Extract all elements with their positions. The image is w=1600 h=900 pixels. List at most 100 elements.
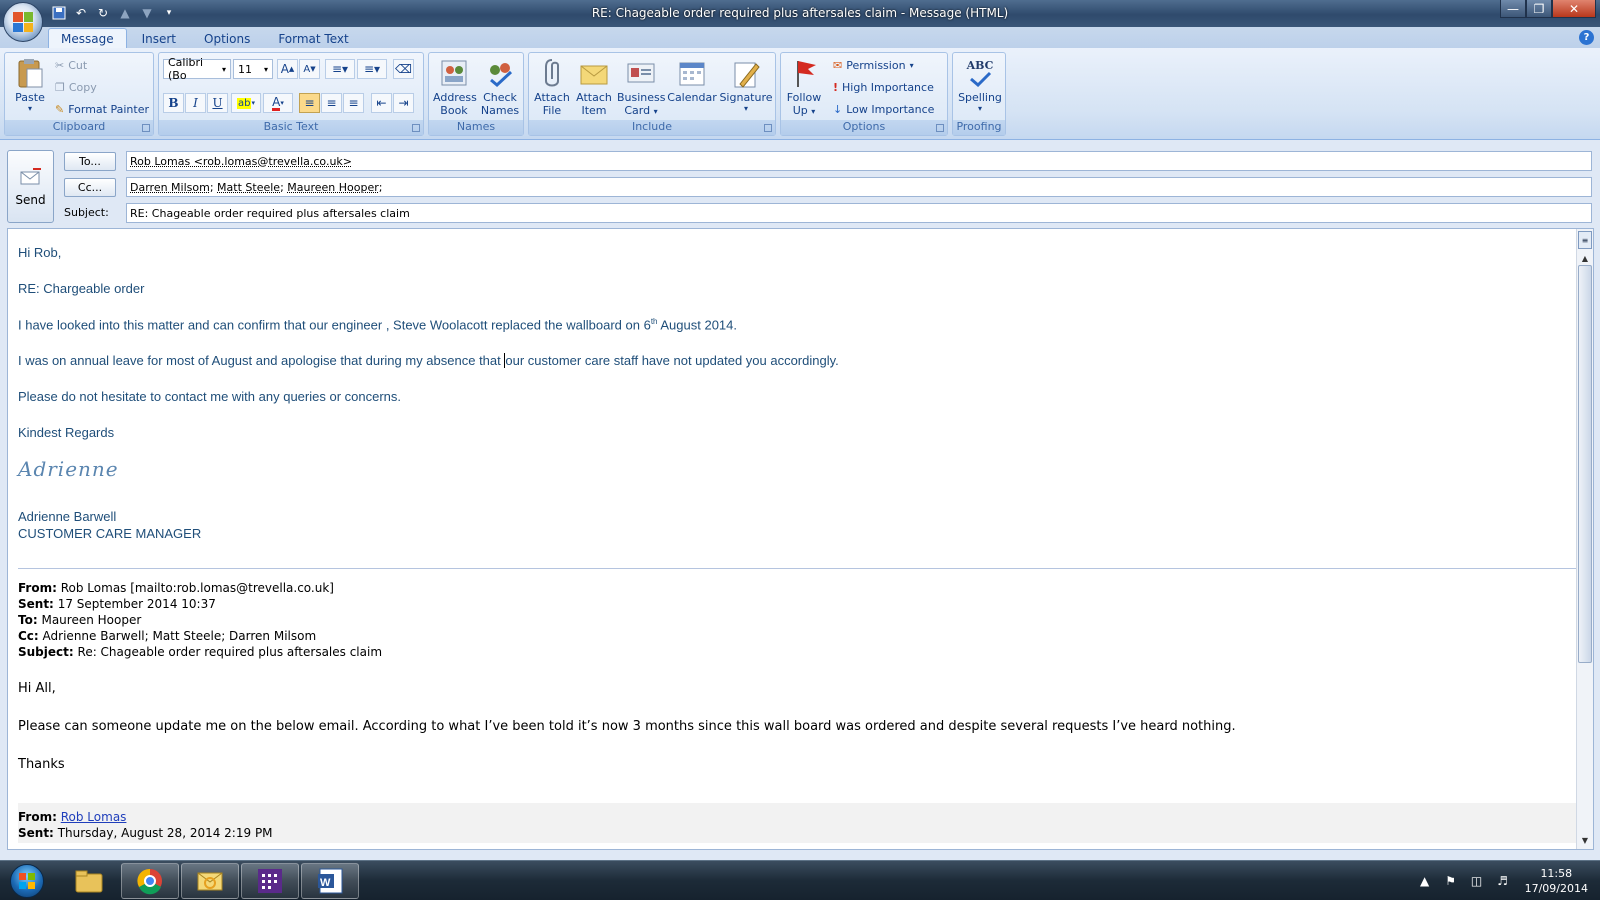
font-size-dropdown[interactable]: 11 ▾ [233, 59, 273, 79]
scroll-up-arrow-icon[interactable]: ▲ [1577, 251, 1593, 265]
taskbar-explorer[interactable] [60, 863, 118, 899]
low-importance-button[interactable]: ↓ Low Importance [833, 99, 934, 119]
subject-value: RE: Chageable order required plus afters… [130, 207, 410, 220]
format-painter-button[interactable]: ✎ Format Painter [55, 99, 149, 119]
spelling-button[interactable]: ABC Spelling ▾ [957, 55, 1003, 113]
taskbar-chrome[interactable] [121, 863, 179, 899]
address-book-button[interactable]: Address Book [433, 55, 475, 117]
attach-file-button[interactable]: Attach File [531, 55, 573, 117]
cc-button[interactable]: Cc... [64, 178, 116, 197]
start-button[interactable] [4, 862, 50, 900]
signature-button[interactable]: Signature ▾ [719, 55, 773, 113]
paste-label: Paste [7, 91, 53, 104]
copy-button[interactable]: ❐ Copy [55, 77, 97, 97]
business-card-button[interactable]: Business Card ▾ [617, 55, 665, 117]
proofing-group: ABC Spelling ▾ Proofing [952, 52, 1006, 136]
save-icon[interactable] [50, 4, 68, 22]
cc-recipient[interactable]: Darren Milsom [130, 181, 210, 194]
attach-item-button[interactable]: Attach Item [573, 55, 615, 117]
increase-indent-button[interactable]: ⇥ [393, 93, 414, 113]
taskbar-outlook[interactable] [181, 863, 239, 899]
undo-icon[interactable]: ↶ [72, 4, 90, 22]
chevron-down-icon: ▾ [719, 104, 773, 113]
outlook-compose-window: RE: Chageable order required plus afters… [0, 0, 1600, 900]
help-icon[interactable]: ? [1579, 30, 1594, 45]
network-icon[interactable]: ◫ [1469, 873, 1485, 889]
cc-field[interactable]: Darren Milsom; Matt Steele; Maureen Hoop… [126, 177, 1592, 197]
older-from-link[interactable]: Rob Lomas [61, 810, 127, 824]
quoted-subject-value: Re: Chageable order required plus afters… [78, 645, 383, 659]
clock[interactable]: 11:58 17/09/2014 [1521, 866, 1592, 896]
font-color-button[interactable]: A ▾ [263, 93, 293, 113]
view-ruler-icon[interactable]: ≡ [1578, 231, 1592, 249]
to-recipient[interactable]: Rob Lomas <rob.lomas@trevella.co.uk> [130, 155, 352, 168]
bullets-button[interactable]: ≡▾ [325, 59, 355, 79]
message-body-editor[interactable]: Hi Rob, RE: Chargeable order I have look… [7, 228, 1594, 850]
previous-item-icon[interactable]: ▲ [116, 4, 134, 22]
show-hidden-icons-icon[interactable]: ▲ [1417, 873, 1433, 889]
align-left-button[interactable]: ≡ [299, 93, 320, 113]
check-names-button[interactable]: Check Names [479, 55, 521, 117]
redo-icon[interactable]: ↻ [94, 4, 112, 22]
decrease-indent-button[interactable]: ⇤ [371, 93, 392, 113]
cut-button[interactable]: ✂ Cut [55, 55, 87, 75]
cc-recipient[interactable]: Matt Steele [217, 181, 280, 194]
scrollbar-thumb[interactable] [1578, 265, 1592, 663]
customize-toolbar-icon[interactable]: ▾ [160, 4, 178, 22]
to-button[interactable]: To... [64, 152, 116, 171]
older-sent-value: Thursday, August 28, 2014 2:19 PM [58, 826, 273, 840]
to-field[interactable]: Rob Lomas <rob.lomas@trevella.co.uk> [126, 151, 1592, 171]
grow-font-button[interactable]: A ▲ [277, 59, 298, 79]
align-right-button[interactable]: ≡ [343, 93, 364, 113]
cc-recipient[interactable]: Maureen Hooper [287, 181, 379, 194]
shrink-font-button[interactable]: A ▼ [299, 59, 320, 79]
calendar-button[interactable]: Calendar [667, 55, 717, 104]
action-center-flag-icon[interactable]: ⚑ [1443, 873, 1459, 889]
taskbar-calendar-app[interactable] [241, 863, 299, 899]
check-names-icon [485, 57, 515, 89]
highlight-color-button[interactable]: ab ▾ [231, 93, 261, 113]
office-button[interactable] [3, 2, 43, 42]
next-item-icon[interactable]: ▼ [138, 4, 156, 22]
scroll-down-arrow-icon[interactable]: ▼ [1577, 833, 1593, 847]
subject-field[interactable]: RE: Chageable order required plus afters… [126, 203, 1592, 223]
align-center-button[interactable]: ≡ [321, 93, 342, 113]
taskbar-word[interactable]: W [301, 863, 359, 899]
quoted-to-label: To: [18, 613, 38, 627]
numbering-button[interactable]: ≡▾ [357, 59, 387, 79]
quoted-sent-label: Sent: [18, 597, 54, 611]
bold-button[interactable]: B [163, 93, 184, 113]
dialog-launcher-icon[interactable] [142, 124, 150, 132]
permission-label: Permission [846, 59, 905, 72]
quoted-cc-label: Cc: [18, 629, 39, 643]
minimize-button[interactable]: — [1500, 0, 1526, 18]
font-name-dropdown[interactable]: Calibri (Bo ▾ [163, 59, 231, 79]
dialog-launcher-icon[interactable] [764, 124, 772, 132]
paste-button[interactable]: Paste ▾ [7, 55, 53, 113]
tab-format-text[interactable]: Format Text [265, 28, 361, 49]
permission-button[interactable]: ✉ Permission ▾ [833, 55, 914, 75]
clock-date: 17/09/2014 [1525, 881, 1588, 896]
clear-formatting-icon[interactable]: ⌫ [393, 59, 414, 79]
high-importance-button[interactable]: ! High Importance [833, 77, 934, 97]
attach-item-label-1: Attach [573, 91, 615, 104]
send-button[interactable]: Send [7, 150, 54, 223]
business-card-label-2-row: Card ▾ [617, 104, 665, 117]
tab-message[interactable]: Message [48, 28, 127, 49]
permission-icon: ✉ [833, 59, 842, 72]
underline-button[interactable]: U [207, 93, 228, 113]
dialog-launcher-icon[interactable] [412, 124, 420, 132]
follow-up-button[interactable]: Follow Up ▾ [783, 55, 825, 117]
paragraph-contact: Please do not hesitate to contact me wit… [18, 389, 401, 404]
italic-button[interactable]: I [185, 93, 206, 113]
calendar-label: Calendar [667, 91, 717, 104]
close-button[interactable]: ✕ [1552, 0, 1596, 18]
vertical-scrollbar[interactable]: ≡ ▲ ▼ [1576, 229, 1593, 849]
tab-insert[interactable]: Insert [129, 28, 189, 49]
business-card-label-1: Business [617, 91, 665, 104]
volume-icon[interactable]: ♬ [1495, 873, 1511, 889]
tab-options[interactable]: Options [191, 28, 263, 49]
dialog-launcher-icon[interactable] [936, 124, 944, 132]
quoted-thanks: Thanks [18, 757, 65, 772]
maximize-button[interactable]: ❐ [1526, 0, 1552, 18]
